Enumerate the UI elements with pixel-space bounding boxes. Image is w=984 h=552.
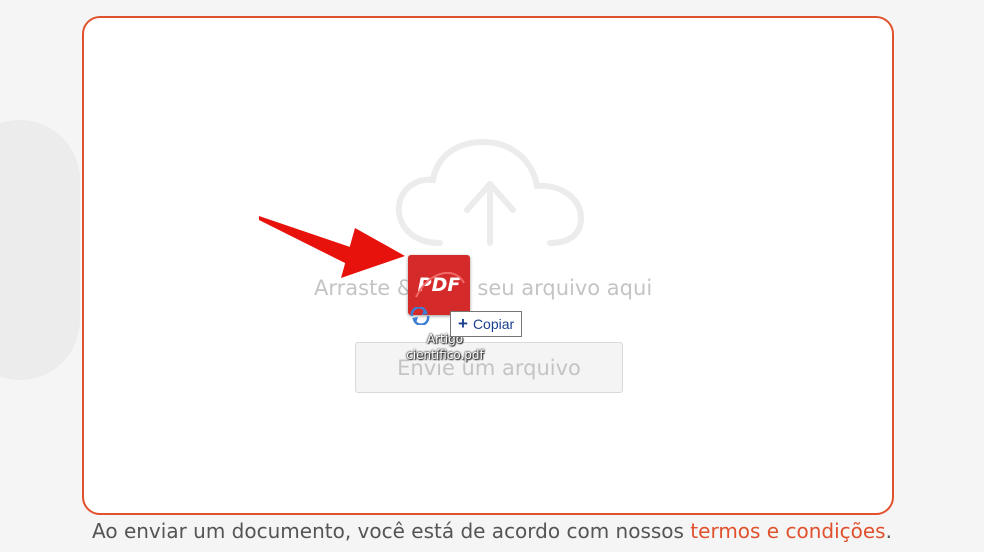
plus-icon: + (458, 314, 468, 333)
cloud-upload-icon (395, 138, 585, 246)
terms-notice-text: Ao enviar um documento, você está de aco… (92, 519, 691, 543)
terms-notice: Ao enviar um documento, você está de aco… (0, 519, 984, 543)
pdf-file-icon: PDF (408, 255, 470, 315)
terms-link[interactable]: termos e condições (690, 519, 885, 543)
sync-icon (410, 307, 430, 325)
copy-tooltip-label: Copiar (472, 316, 515, 332)
copy-tooltip: + Copiar (450, 311, 523, 337)
background-decoration (0, 120, 80, 380)
terms-notice-end: . (885, 519, 892, 543)
red-arrow-annotation (259, 216, 405, 278)
